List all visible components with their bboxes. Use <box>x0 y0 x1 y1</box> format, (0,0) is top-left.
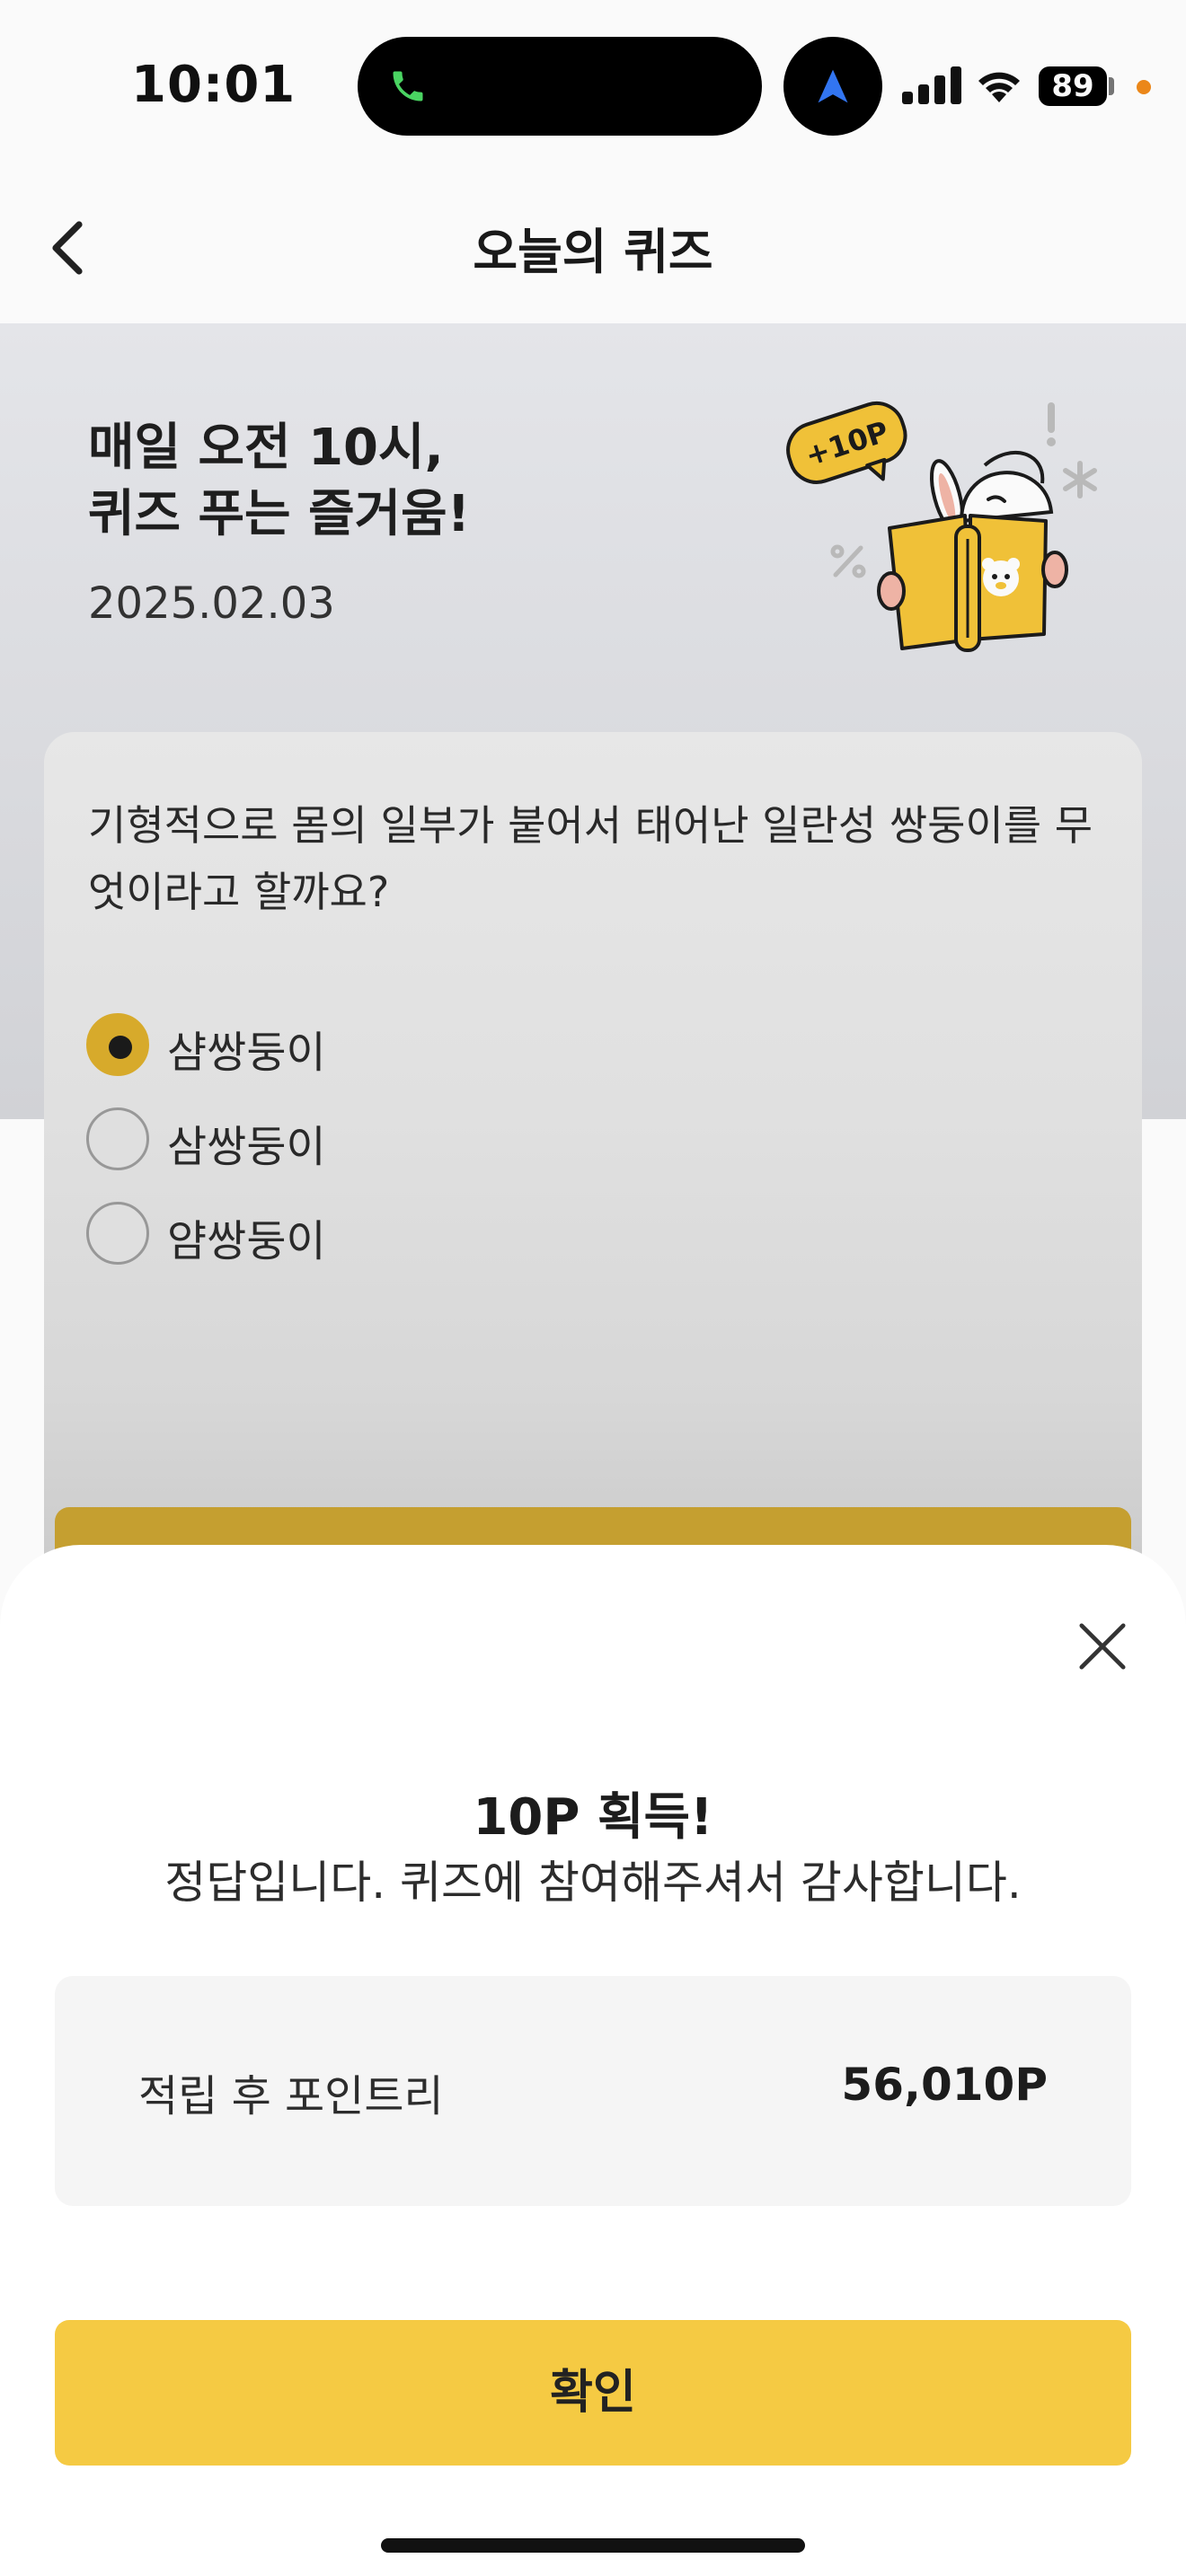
wifi-icon <box>978 72 1020 102</box>
close-icon[interactable] <box>1076 1620 1128 1672</box>
banner-headline-line1: 매일 오전 10시, <box>88 419 444 477</box>
points-value: 56,010P <box>841 2059 1048 2111</box>
navigation-arrow-icon <box>818 69 848 103</box>
privacy-indicator-dot <box>1137 80 1151 94</box>
battery-icon: 89 <box>1039 66 1107 106</box>
result-title: 10P 획득! <box>473 1788 713 1847</box>
answer-option-label: 삼쌍둥이 <box>167 1122 326 1172</box>
answer-option-label: 샴쌍둥이 <box>167 1028 326 1078</box>
home-indicator[interactable] <box>381 2538 805 2553</box>
banner-headline: 매일 오전 10시, 퀴즈 푸는 즐거움! <box>88 415 591 548</box>
quiz-date: 2025.02.03 <box>88 578 335 629</box>
radio-dot <box>109 1036 132 1059</box>
radio-button[interactable] <box>86 1202 149 1265</box>
answer-option-label: 얌쌍둥이 <box>167 1216 326 1266</box>
cellular-signal-icon <box>902 66 961 104</box>
confirm-button[interactable]: 확인 <box>55 2320 1131 2466</box>
points-label: 적립 후 포인트리 <box>138 2071 444 2122</box>
quiz-question: 기형적으로 몸의 일부가 붙어서 태어난 일란성 쌍둥이를 무엇이라고 할까요? <box>88 801 1093 916</box>
banner-headline-line2: 퀴즈 푸는 즐거움! <box>88 485 471 543</box>
answer-option-1[interactable]: 샴쌍둥이 <box>86 1013 356 1081</box>
rabbit-reading-book-illustration: +10P <box>786 401 1097 652</box>
answer-option-3[interactable]: 얌쌍둥이 <box>86 1202 356 1270</box>
radio-button[interactable] <box>86 1107 149 1170</box>
result-message: 정답입니다. 퀴즈에 참여해주셔서 감사합니다. <box>164 1857 1022 1909</box>
navigation-indicator <box>783 37 882 136</box>
status-time: 10:01 <box>131 56 296 114</box>
phone-call-icon <box>393 71 423 101</box>
page-title: 오늘의 퀴즈 <box>473 224 713 280</box>
answer-option-2[interactable]: 삼쌍둥이 <box>86 1107 356 1176</box>
battery-tip <box>1109 77 1114 95</box>
radio-button-selected[interactable] <box>86 1013 149 1076</box>
